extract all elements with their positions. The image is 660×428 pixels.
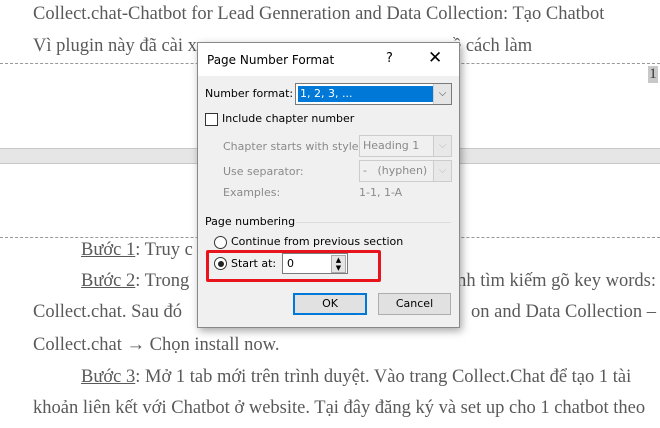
chapter-style-value: Heading 1 <box>363 139 420 152</box>
step3-text: : Mở 1 tab mới trên trình duyệt. Vào tra… <box>135 367 632 387</box>
close-icon[interactable]: ✕ <box>428 48 442 68</box>
step1-label: Bước 1 <box>81 240 136 260</box>
separator-value: - (hyphen) <box>363 164 428 177</box>
step3-label: Bước 3 <box>81 367 136 387</box>
continue-radio[interactable] <box>214 236 227 249</box>
doc-line-2-right: ề cách làm <box>453 36 533 56</box>
step1-text: : Truy c <box>135 240 193 260</box>
doc-line-2-left: Vì plugin này đã cài x <box>33 36 197 56</box>
start-at-label[interactable]: Start at: <box>231 257 276 270</box>
doc-step2: Bước 2: Trong <box>81 271 189 292</box>
include-chapter-label[interactable]: Include chapter number <box>222 112 354 125</box>
page-number-format-dialog: Page Number Format ? ✕ Number format: 1,… <box>197 42 460 328</box>
doc-line-title: Collect.chat-Chatbot for Lead Genneratio… <box>33 4 605 24</box>
start-at-value: 0 <box>287 257 294 270</box>
step2-label: Bước 2 <box>81 271 136 291</box>
group-divider <box>296 222 451 223</box>
help-button[interactable]: ? <box>386 51 393 66</box>
step2-text: : Trong <box>135 271 190 291</box>
chevron-down-icon: ⌵ <box>433 136 451 156</box>
number-format-label: Number format: <box>205 87 294 100</box>
doc-collect-left: Collect.chat. Sau đó <box>33 302 182 322</box>
doc-step3: Bước 3: Mở 1 tab mới trên trình duyệt. V… <box>81 367 631 388</box>
dialog-title: Page Number Format <box>207 53 335 67</box>
examples-value: 1-1, 1-A <box>359 186 403 199</box>
header-page-number[interactable]: 1 <box>648 66 658 83</box>
doc-step2-right: nh tìm kiếm gõ key words: <box>457 271 656 291</box>
separator-label: Use separator: <box>223 165 304 178</box>
start-at-radio[interactable] <box>214 257 227 270</box>
spin-arrows-icon[interactable]: ▲ ▼ <box>331 255 346 273</box>
ok-button[interactable]: OK <box>293 293 367 315</box>
include-chapter-checkbox[interactable] <box>205 113 218 126</box>
page-numbering-label: Page numbering <box>205 215 296 228</box>
chapter-style-label: Chapter starts with style: <box>223 140 363 153</box>
number-format-value: 1, 2, 3, ... <box>298 86 434 102</box>
number-format-select[interactable]: 1, 2, 3, ... ⌵ <box>295 83 452 105</box>
doc-collect-right: on and Data Collection – <box>471 302 656 322</box>
chevron-down-icon: ⌵ <box>433 161 451 181</box>
start-at-spinner[interactable]: 0 ▲ ▼ <box>282 253 348 274</box>
doc-install: Collect.chat → Chọn install now. <box>33 335 280 355</box>
examples-label: Examples: <box>223 186 281 199</box>
dialog-title-bar[interactable]: Page Number Format ? ✕ <box>198 43 459 76</box>
doc-step3-line2: khoản liên kết với Chatbot ở website. Tạ… <box>33 398 646 418</box>
cancel-button[interactable]: Cancel <box>378 293 451 315</box>
doc-step1: Bước 1: Truy c <box>81 240 193 261</box>
chevron-down-icon: ⌵ <box>433 84 451 104</box>
separator-select[interactable]: - (hyphen) ⌵ <box>359 160 452 182</box>
continue-label[interactable]: Continue from previous section <box>231 235 403 248</box>
chapter-style-select[interactable]: Heading 1 ⌵ <box>359 135 452 157</box>
